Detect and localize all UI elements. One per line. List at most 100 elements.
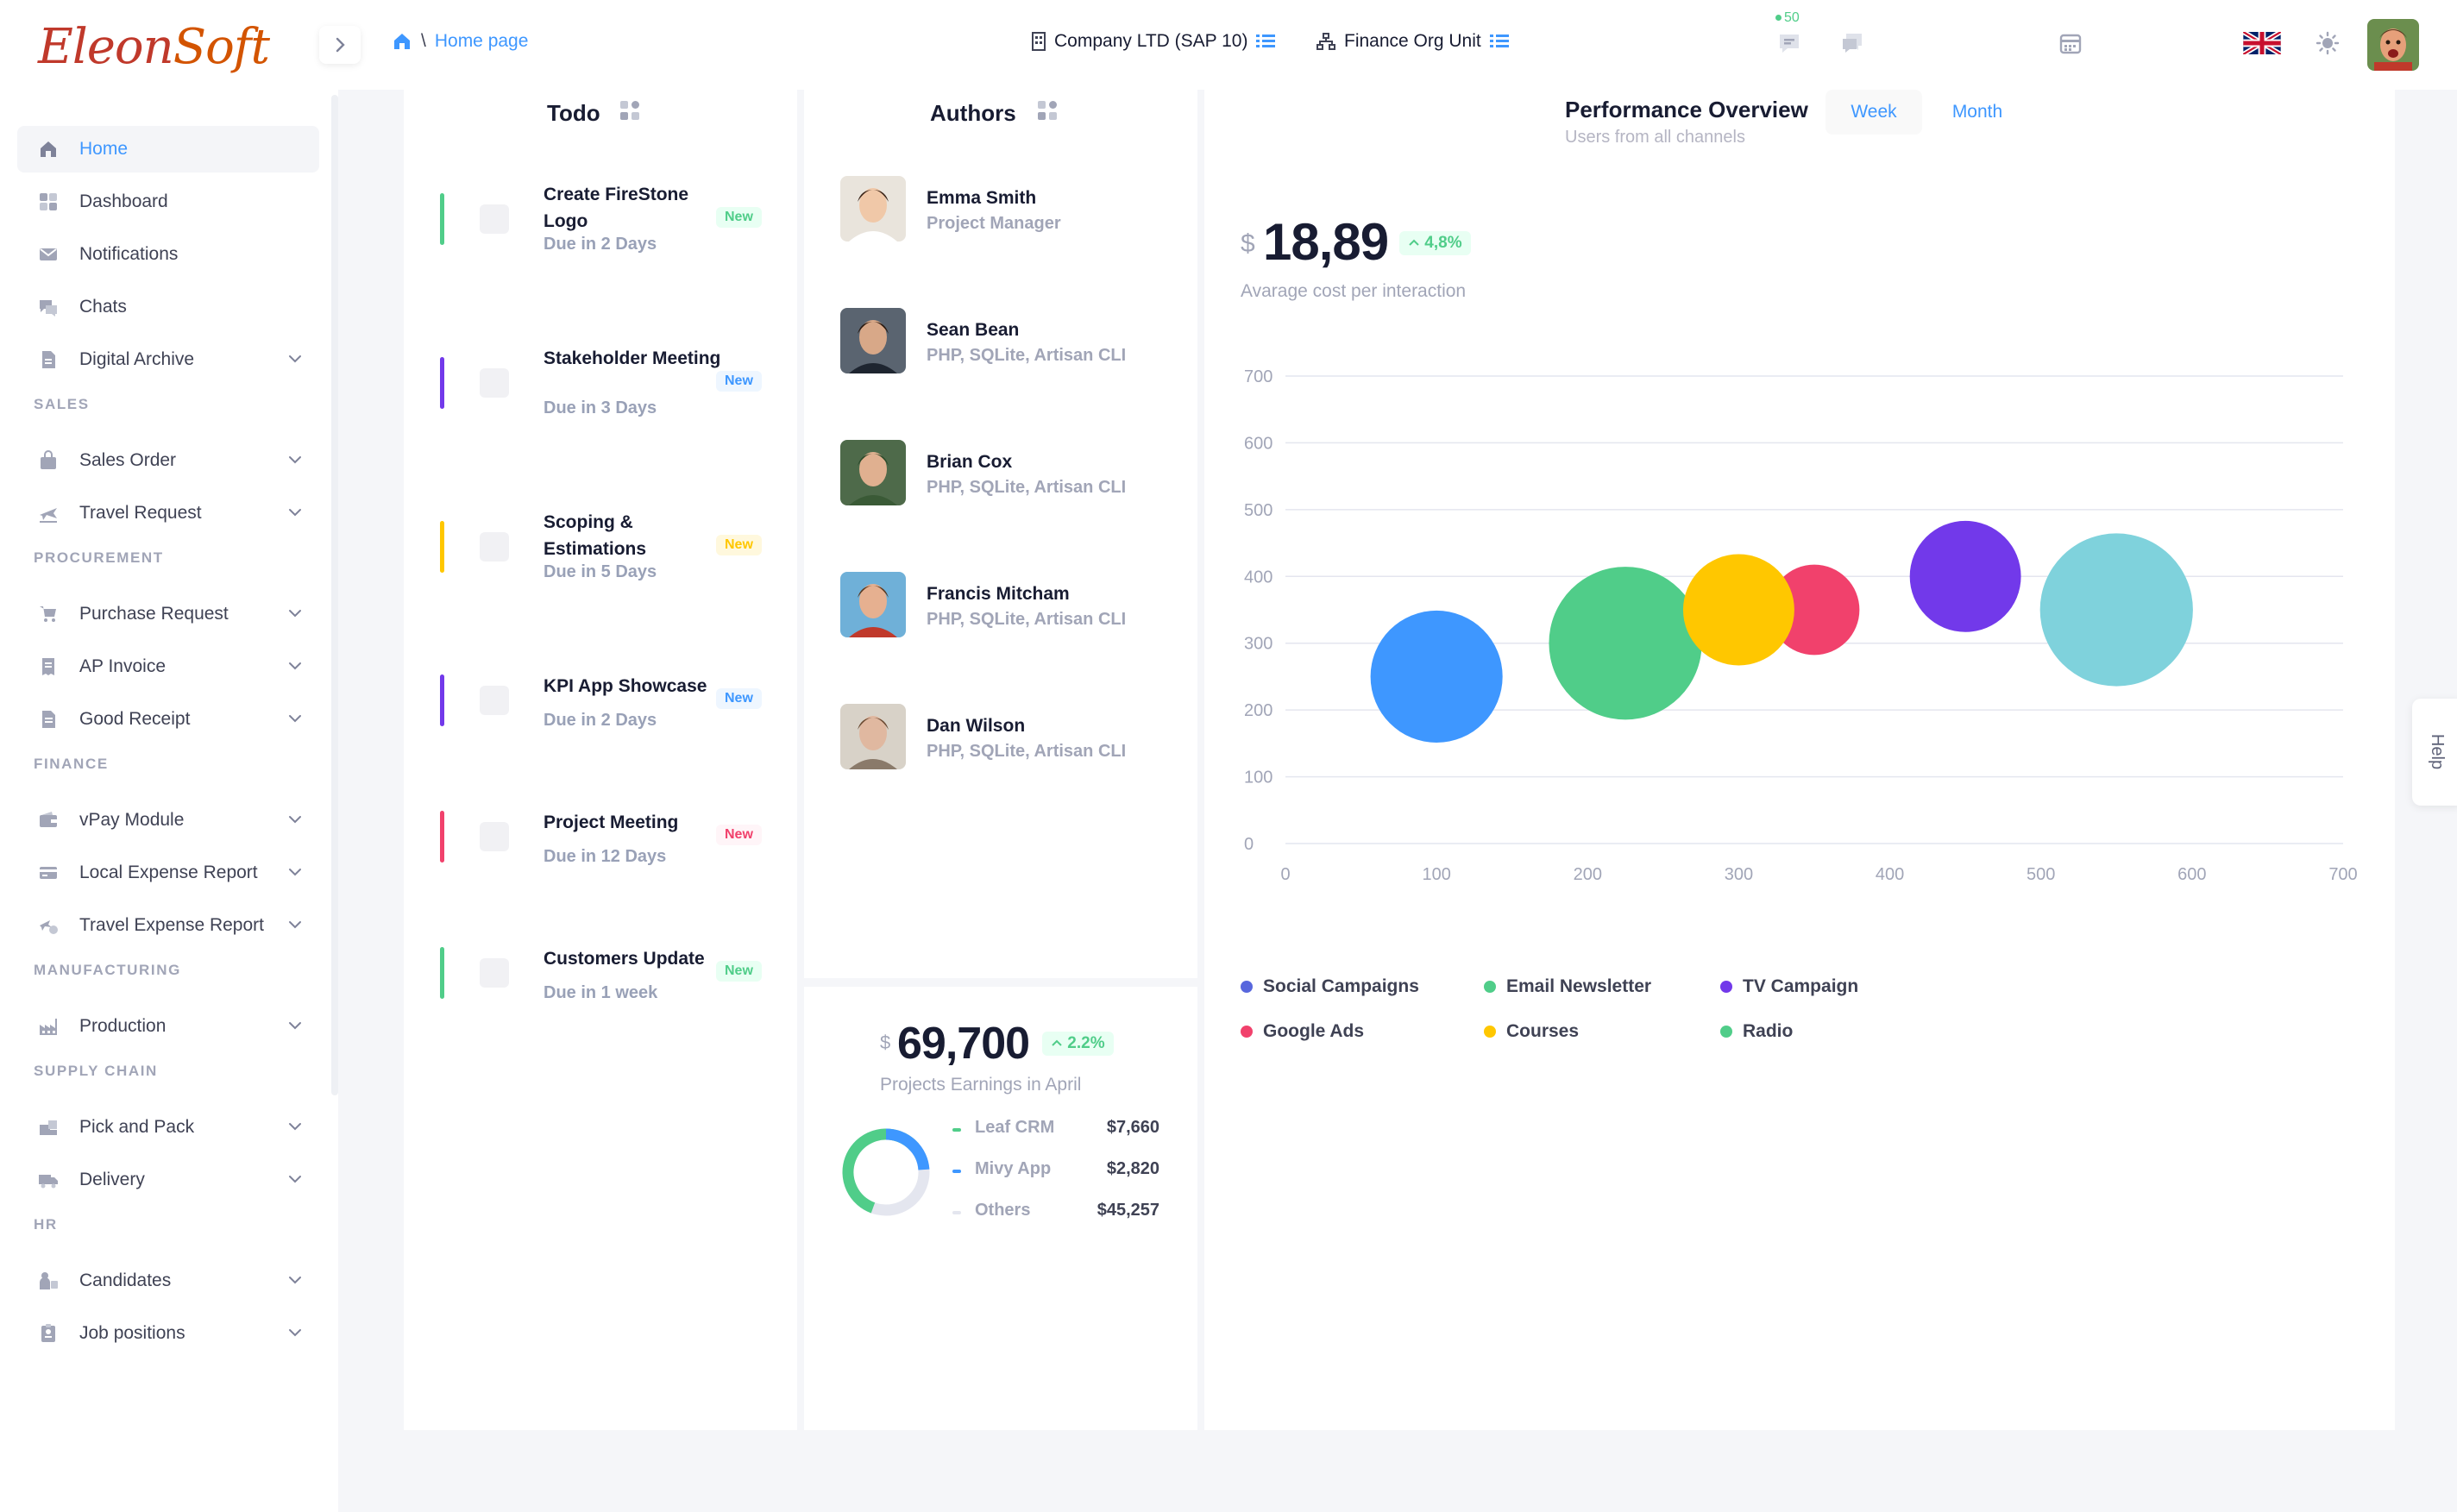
sidebar-item-label: Job positions <box>79 1323 185 1343</box>
sidebar-item-travel-expense-report[interactable]: Travel Expense Report <box>17 902 319 949</box>
sidebar-item-label: vPay Module <box>79 810 185 830</box>
legend-item[interactable]: TV Campaign <box>1720 976 1858 997</box>
earnings-caption: Projects Earnings in April <box>880 1075 1082 1095</box>
list-icon <box>1256 35 1276 47</box>
todo-checkbox[interactable] <box>480 368 509 398</box>
sidebar-scrollbar[interactable] <box>331 95 338 1095</box>
theme-sun-icon[interactable] <box>2312 28 2343 59</box>
card-icon <box>36 861 60 885</box>
author-role: PHP, SQLite, Artisan CLI <box>927 742 1127 761</box>
sidebar-item-notifications[interactable]: Notifications <box>17 231 319 278</box>
earnings-value: 69,700 <box>897 1019 1030 1069</box>
tab-month[interactable]: Month <box>1929 90 2026 135</box>
sidebar-item-pick-and-pack[interactable]: Pick and Pack <box>17 1104 319 1151</box>
sidebar-item-sales-order[interactable]: Sales Order <box>17 437 319 484</box>
todo-item-due: Due in 2 Days <box>544 711 657 730</box>
todo-checkbox[interactable] <box>480 686 509 715</box>
todo-priority-bar <box>440 193 444 245</box>
todo-priority-bar <box>440 521 444 573</box>
bag-icon <box>36 449 60 473</box>
candidate-icon <box>36 1269 60 1293</box>
sidebar-item-job-positions[interactable]: Job positions <box>17 1310 319 1357</box>
todo-new-badge: New <box>716 207 762 228</box>
uk-flag-icon[interactable] <box>2241 28 2283 59</box>
sidebar-item-label: Good Receipt <box>79 709 191 729</box>
messages-icon[interactable] <box>1838 28 1869 59</box>
todo-checkbox[interactable] <box>480 958 509 988</box>
sidebar-item-candidates[interactable]: Candidates <box>17 1258 319 1304</box>
travel-expense-icon <box>36 913 60 938</box>
performance-subtitle: Users from all channels <box>1565 128 1745 147</box>
sidebar-item-purchase-request[interactable]: Purchase Request <box>17 591 319 637</box>
sidebar-item-travel-request[interactable]: Travel Request <box>17 490 319 536</box>
legend-label: Social Campaigns <box>1263 976 1419 996</box>
building-icon <box>1032 32 1046 51</box>
chevron-down-icon <box>289 1022 301 1030</box>
x-tick-label: 500 <box>2027 865 2055 884</box>
sidebar-item-ap-invoice[interactable]: AP Invoice <box>17 643 319 690</box>
legend-item[interactable]: Courses <box>1484 1021 1579 1042</box>
org-unit-selector[interactable]: Finance Org Unit <box>1316 31 1509 52</box>
author-avatar <box>840 308 906 373</box>
legend-marker <box>1484 1026 1496 1038</box>
sidebar: EleonSoft Home Dashboard Notifications Chat… <box>0 0 338 1512</box>
chevron-down-icon <box>289 355 301 363</box>
author-item[interactable]: Brian Cox PHP, SQLite, Artisan CLI <box>840 440 1151 509</box>
author-item[interactable]: Emma Smith Project Manager <box>840 176 1151 245</box>
sidebar-item-vpay-module[interactable]: vPay Module <box>17 797 319 844</box>
wallet-icon <box>36 808 60 832</box>
author-avatar <box>840 176 906 242</box>
author-avatar <box>840 572 906 637</box>
sidebar-item-dashboard[interactable]: Dashboard <box>17 179 319 225</box>
legend-label: Google Ads <box>1263 1021 1365 1041</box>
chevron-down-icon <box>289 662 301 670</box>
author-role: PHP, SQLite, Artisan CLI <box>927 478 1127 497</box>
sidebar-item-good-receipt[interactable]: Good Receipt <box>17 696 319 743</box>
performance-change-badge: 4,8% <box>1399 231 1471 255</box>
author-name: Emma Smith <box>927 188 1037 208</box>
sidebar-item-digital-archive[interactable]: Digital Archive <box>17 336 319 383</box>
sidebar-item-home[interactable]: Home <box>17 126 319 173</box>
legend-item[interactable]: Radio <box>1720 1021 1793 1042</box>
legend-item[interactable]: Google Ads <box>1241 1021 1364 1042</box>
breadcrumb-current[interactable]: Home page <box>435 31 529 52</box>
legend-marker <box>1720 981 1732 993</box>
author-item[interactable]: Francis Mitcham PHP, SQLite, Artisan CLI <box>840 572 1151 641</box>
todo-checkbox[interactable] <box>480 204 509 234</box>
calendar-icon[interactable] <box>2055 28 2086 59</box>
chat-icon <box>36 295 60 319</box>
sidebar-item-production[interactable]: Production <box>17 1003 319 1050</box>
sidebar-item-label: Purchase Request <box>79 604 229 624</box>
author-item[interactable]: Sean Bean PHP, SQLite, Artisan CLI <box>840 308 1151 377</box>
legend-item[interactable]: Social Campaigns <box>1241 976 1419 997</box>
x-tick-label: 0 <box>1280 865 1290 884</box>
help-label: Help <box>2428 733 2448 770</box>
home-icon <box>36 137 60 161</box>
help-tab[interactable]: Help <box>2412 699 2457 806</box>
company-selector[interactable]: Company LTD (SAP 10) <box>1032 31 1276 52</box>
grid-menu-icon[interactable] <box>1037 100 1058 121</box>
legend-item[interactable]: Email Newsletter <box>1484 976 1651 997</box>
brand-logo[interactable]: EleonSoft <box>31 9 270 85</box>
home-icon[interactable] <box>392 31 412 52</box>
sidebar-item-delivery[interactable]: Delivery <box>17 1157 319 1203</box>
chat-notification-icon[interactable] <box>1774 28 1805 59</box>
sidebar-toggle-button[interactable] <box>319 26 361 64</box>
earnings-row: Others $45,257 <box>952 1201 1159 1227</box>
y-tick-label: 600 <box>1244 434 1272 453</box>
x-tick-label: 200 <box>1574 865 1602 884</box>
bubble-social-campaigns <box>1370 610 1503 743</box>
tab-week[interactable]: Week <box>1825 90 1922 135</box>
user-avatar[interactable] <box>2367 19 2419 71</box>
todo-item-title: Create FireStone Logo <box>544 185 689 231</box>
sidebar-item-chats[interactable]: Chats <box>17 284 319 330</box>
author-item[interactable]: Dan Wilson PHP, SQLite, Artisan CLI <box>840 704 1151 773</box>
todo-checkbox[interactable] <box>480 532 509 562</box>
grid-menu-icon[interactable] <box>619 100 640 121</box>
sidebar-item-label: Travel Request <box>79 503 202 523</box>
bubble-tv-campaign <box>1909 520 2021 632</box>
todo-checkbox[interactable] <box>480 822 509 851</box>
sidebar-item-local-expense-report[interactable]: Local Expense Report <box>17 850 319 896</box>
earnings-row-marker <box>952 1211 961 1214</box>
arrow-up-icon <box>1409 239 1419 246</box>
